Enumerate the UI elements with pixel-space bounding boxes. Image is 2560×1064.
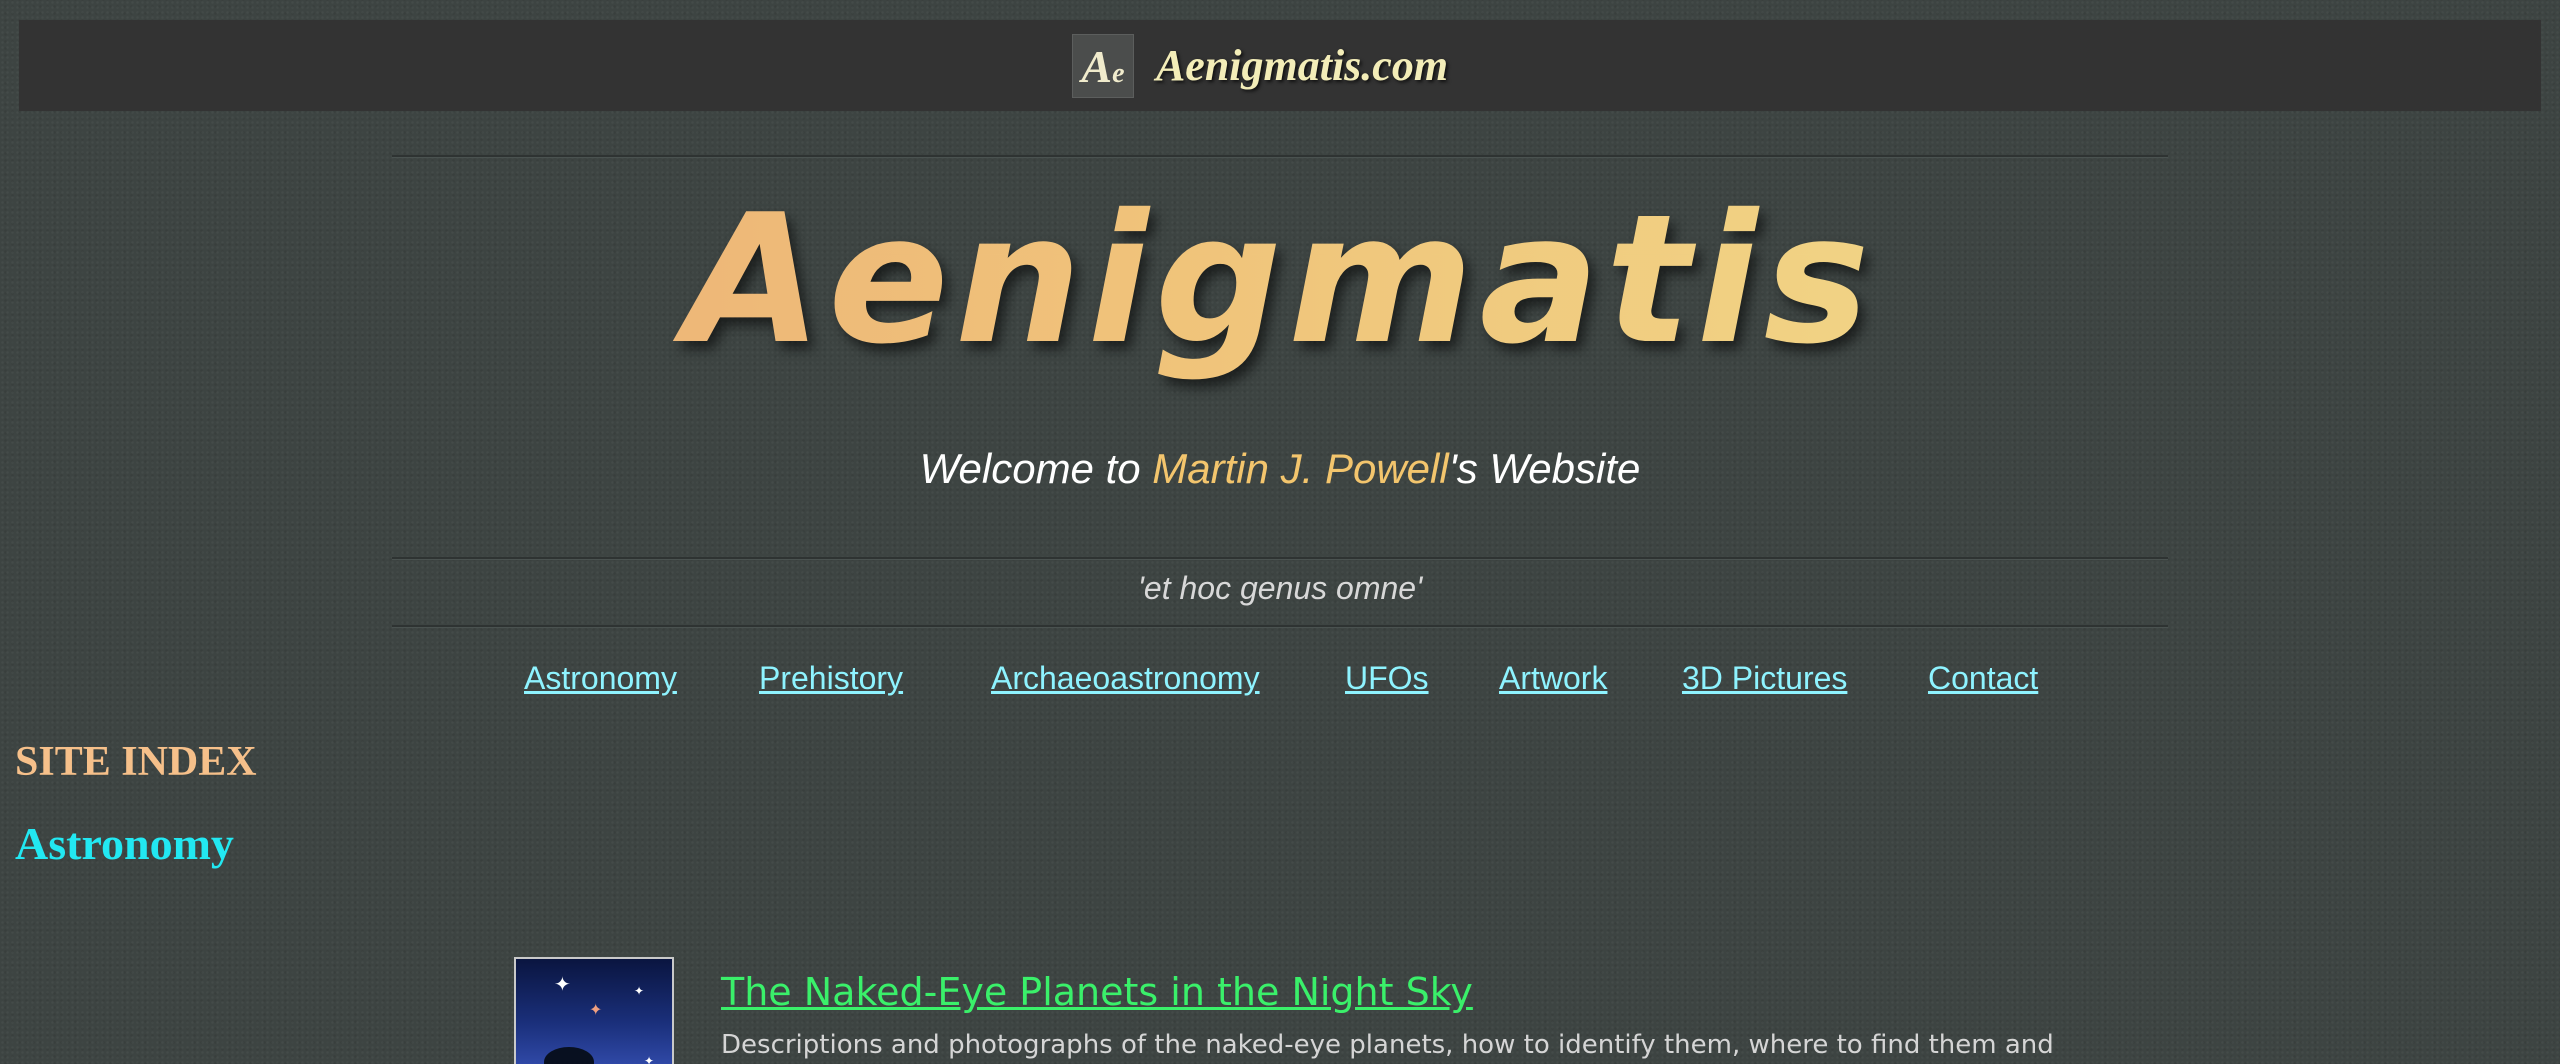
- divider-top: [392, 155, 2168, 158]
- logo-letter-a: A: [1081, 40, 1113, 92]
- planet-icon: ✦: [589, 1002, 603, 1019]
- article-link[interactable]: The Naked-Eye Planets in the Night Sky: [721, 970, 1473, 1014]
- article-description: Descriptions and photographs of the nake…: [721, 1030, 2054, 1060]
- site-index-heading: SITE INDEX: [15, 739, 257, 785]
- logo-letter-e: e: [1112, 57, 1125, 89]
- banner-title: Aenigmatis: [0, 180, 2560, 380]
- top-bar: Ae Aenigmatis.com: [19, 20, 2541, 111]
- nav-link-archaeoastronomy[interactable]: Archaeoastronomy: [991, 660, 1260, 697]
- welcome-suffix: 's Website: [1448, 445, 1641, 492]
- star-icon: ✦: [644, 1054, 655, 1064]
- nav-link-3d-pictures[interactable]: 3D Pictures: [1682, 660, 1847, 697]
- divider-motto-top: [392, 557, 2168, 560]
- motto: 'et hoc genus omne': [1137, 570, 1423, 606]
- welcome-prefix: Welcome to: [919, 445, 1153, 492]
- site-brand[interactable]: Ae Aenigmatis.com: [1071, 33, 1448, 98]
- divider-motto-bottom: [392, 625, 2168, 628]
- tree-silhouette: [544, 1047, 594, 1064]
- star-icon: ✦: [634, 984, 645, 998]
- site-logo[interactable]: Ae: [1071, 33, 1134, 98]
- welcome-message: Welcome to Martin J. Powell's Website: [0, 445, 2560, 493]
- nav-link-astronomy[interactable]: Astronomy: [524, 660, 677, 697]
- site-name[interactable]: Aenigmatis.com: [1156, 40, 1448, 91]
- section-heading-astronomy: Astronomy: [15, 818, 234, 869]
- nav-link-ufos[interactable]: UFOs: [1345, 660, 1429, 697]
- author-name: Martin J. Powell: [1152, 445, 1449, 492]
- article-thumbnail[interactable]: ✦ ✦ ✦ ✦: [514, 957, 674, 1064]
- nav-link-artwork[interactable]: Artwork: [1499, 660, 1607, 697]
- nav-link-contact[interactable]: Contact: [1928, 660, 2038, 697]
- nav-link-prehistory[interactable]: Prehistory: [759, 660, 903, 697]
- star-icon: ✦: [554, 974, 571, 996]
